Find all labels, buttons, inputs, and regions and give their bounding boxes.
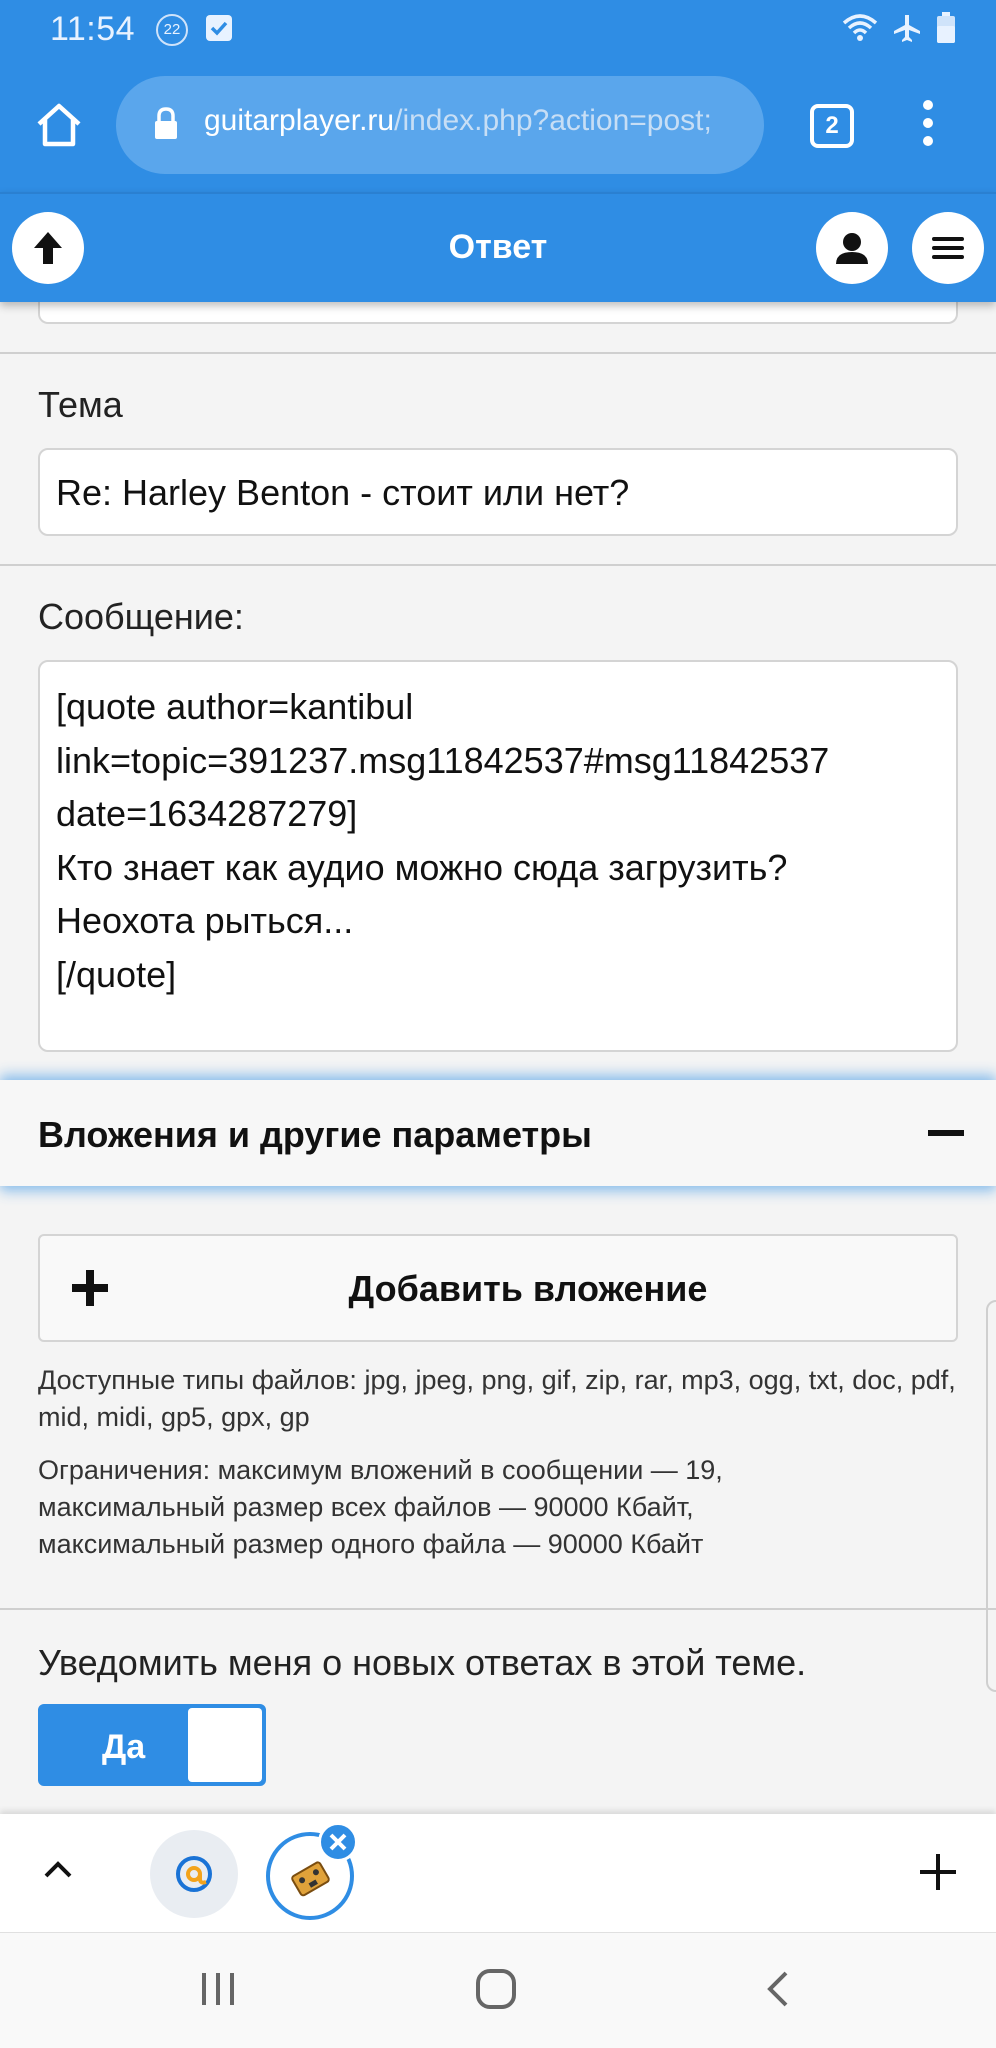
airplane-icon <box>894 15 920 42</box>
chevron-up-icon[interactable] <box>42 1854 74 1886</box>
collapse-minus-icon[interactable] <box>928 1130 964 1136</box>
add-attachment-label: Добавить вложение <box>348 1268 708 1309</box>
side-panel-edge <box>986 1300 996 1692</box>
page-header: Ответ <box>0 192 996 302</box>
allowed-file-types: Доступные типы файлов: jpg, jpeg, png, g… <box>38 1365 956 1432</box>
user-button[interactable] <box>816 212 888 284</box>
divider <box>0 352 996 354</box>
system-nav-bar <box>0 1932 996 2048</box>
browser-toolbar: guitarplayer.ru/index.php?action=post; 2 <box>0 60 996 192</box>
close-tab-icon[interactable] <box>318 1822 358 1862</box>
battery-icon <box>937 12 955 43</box>
toggle-label: Да <box>102 1728 146 1766</box>
add-attachment-button[interactable]: Добавить вложение <box>38 1234 958 1342</box>
tab-mail[interactable] <box>150 1830 238 1918</box>
menu-button[interactable] <box>912 212 984 284</box>
new-tab-plus-icon[interactable] <box>918 1852 958 1892</box>
subject-label: Тема <box>38 384 123 425</box>
notify-label: Уведомить меня о новых ответах в этой те… <box>38 1642 807 1683</box>
limits-line: максимальный размер всех файлов — 90000 … <box>38 1492 694 1522</box>
wifi-icon <box>842 14 878 41</box>
divider <box>0 1608 996 1610</box>
recent-apps-icon[interactable] <box>196 1967 240 2011</box>
attachments-section-title: Вложения и другие параметры <box>38 1114 592 1155</box>
home-icon <box>37 103 81 147</box>
mail-at-icon <box>176 1856 212 1892</box>
notification-count-icon: 22 <box>156 14 188 46</box>
browser-tab-strip <box>0 1814 996 1932</box>
url-text: guitarplayer.ru/index.php?action=post; <box>204 104 712 138</box>
lock-icon <box>155 107 177 139</box>
message-label: Сообщение: <box>38 596 244 637</box>
attachments-section-header[interactable]: Вложения и другие параметры <box>0 1080 996 1186</box>
checkbox-notification-icon <box>206 15 232 41</box>
home-button[interactable] <box>34 100 84 150</box>
status-bar: 11:54 22 <box>0 0 996 60</box>
home-nav-icon[interactable] <box>474 1967 518 2011</box>
url-domain: guitarplayer.ru <box>204 104 395 137</box>
browser-menu-icon[interactable] <box>916 100 940 154</box>
divider <box>0 564 996 566</box>
system-icons <box>842 12 956 44</box>
address-bar[interactable]: guitarplayer.ru/index.php?action=post; <box>116 76 764 174</box>
user-icon <box>836 233 868 264</box>
url-path: /index.php?action=post; <box>394 104 712 137</box>
status-time: 11:54 <box>50 10 136 48</box>
toggle-knob <box>188 1708 262 1782</box>
limits-line: максимальный размер одного файла — 90000… <box>38 1529 704 1559</box>
notify-toggle[interactable]: Да <box>38 1704 266 1786</box>
hamburger-icon <box>932 237 964 259</box>
message-textarea[interactable]: [quote author=kantibul link=topic=391237… <box>38 660 958 1052</box>
back-icon[interactable] <box>756 1967 800 2011</box>
limits-line: Ограничения: максимум вложений в сообщен… <box>38 1455 723 1485</box>
attachment-limits: Ограничения: максимум вложений в сообщен… <box>38 1452 968 1563</box>
tab-switcher-button[interactable]: 2 <box>810 104 854 148</box>
subject-input[interactable]: Re: Harley Benton - стоит или нет? <box>38 448 958 536</box>
